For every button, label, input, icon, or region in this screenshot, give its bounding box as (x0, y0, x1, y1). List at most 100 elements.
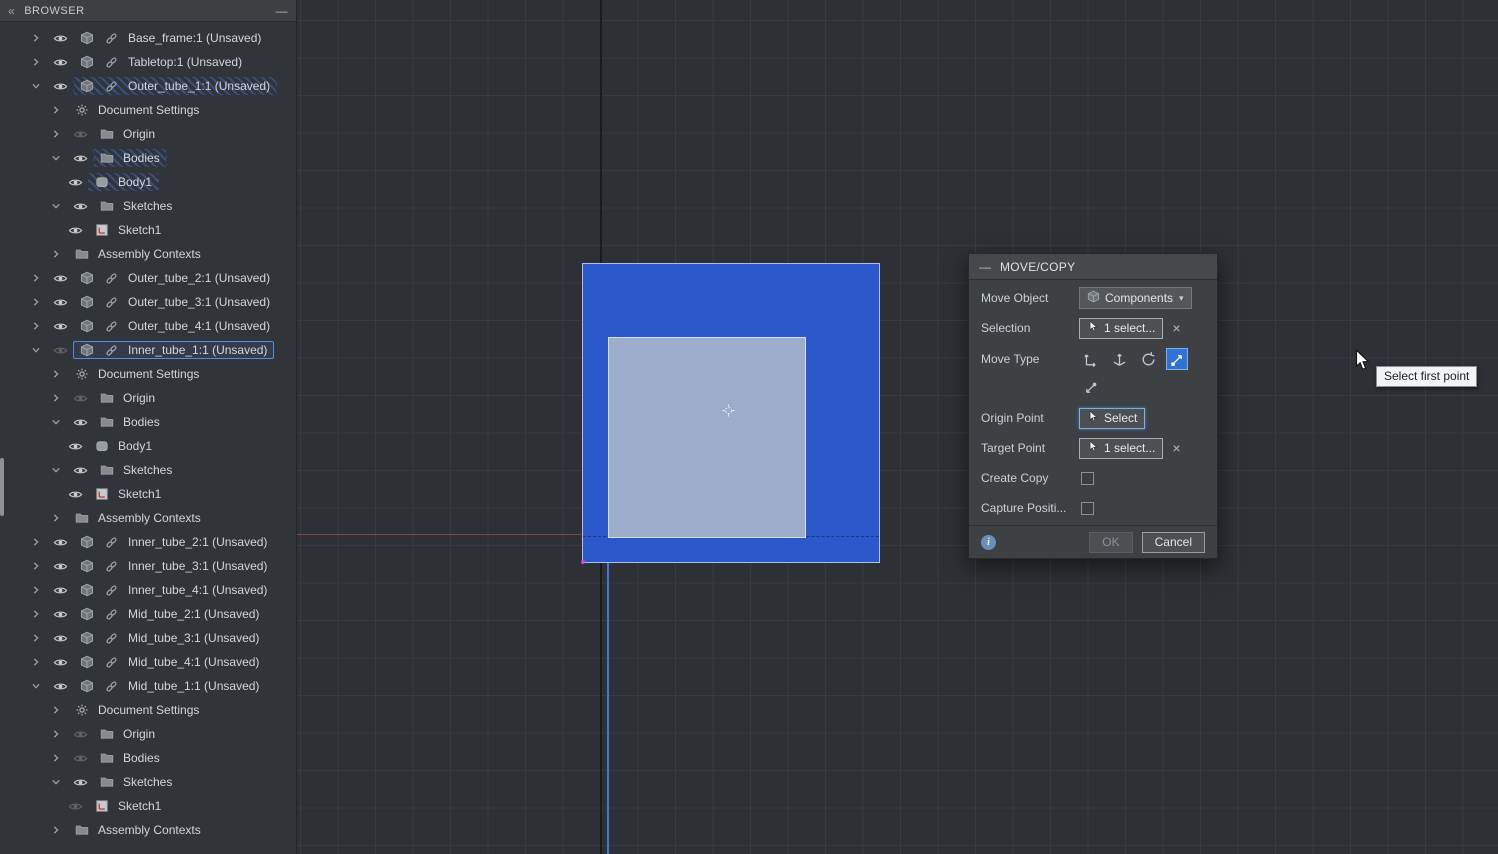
chevron-right-icon[interactable] (43, 392, 68, 404)
selected-component-face[interactable] (581, 263, 880, 564)
visibility-eye-icon[interactable] (48, 343, 73, 358)
visibility-eye-icon[interactable] (48, 535, 73, 550)
browser-row[interactable]: Inner_tube_4:1 (Unsaved) (0, 578, 296, 602)
chevron-right-icon[interactable] (23, 584, 48, 596)
sketch-edge-vertical[interactable] (607, 563, 609, 854)
visibility-eye-icon[interactable] (68, 199, 93, 214)
visibility-eye-icon[interactable] (48, 679, 73, 694)
info-icon[interactable]: i (981, 534, 996, 550)
browser-row[interactable]: Origin (0, 386, 296, 410)
visibility-eye-icon[interactable] (68, 415, 93, 430)
browser-row[interactable]: Assembly Contexts (0, 242, 296, 266)
browser-row[interactable]: Mid_tube_4:1 (Unsaved) (0, 650, 296, 674)
move-type-point-to-point-button[interactable] (1166, 348, 1188, 370)
chevron-down-icon[interactable] (43, 416, 68, 428)
visibility-eye-icon[interactable] (68, 751, 93, 766)
visibility-eye-icon[interactable] (48, 655, 73, 670)
move-type-free-move-button[interactable] (1108, 348, 1130, 370)
visibility-eye-icon[interactable] (48, 295, 73, 310)
visibility-eye-icon[interactable] (48, 559, 73, 574)
browser-row[interactable]: Document Settings (0, 362, 296, 386)
origin-point-select-button[interactable]: Select (1079, 407, 1146, 429)
browser-row[interactable]: Mid_tube_3:1 (Unsaved) (0, 626, 296, 650)
browser-row[interactable]: Outer_tube_1:1 (Unsaved) (0, 74, 296, 98)
browser-row[interactable]: Assembly Contexts (0, 818, 296, 842)
chevron-right-icon[interactable] (23, 536, 48, 548)
visibility-eye-icon[interactable] (68, 463, 93, 478)
chevron-right-icon[interactable] (23, 632, 48, 644)
browser-row[interactable]: Base_frame:1 (Unsaved) (0, 26, 296, 50)
chevron-right-icon[interactable] (23, 296, 48, 308)
dialog-collapse-icon[interactable]: — (979, 260, 991, 274)
browser-row[interactable]: Document Settings (0, 98, 296, 122)
browser-row[interactable]: Origin (0, 722, 296, 746)
visibility-eye-icon[interactable] (68, 151, 93, 166)
minimize-browser-icon[interactable]: — (276, 4, 289, 18)
chevron-right-icon[interactable] (23, 656, 48, 668)
chevron-right-icon[interactable] (23, 272, 48, 284)
browser-row[interactable]: Assembly Contexts (0, 506, 296, 530)
move-object-dropdown[interactable]: Components ▾ (1079, 287, 1192, 309)
visibility-eye-icon[interactable] (63, 175, 88, 190)
browser-row[interactable]: Sketches (0, 458, 296, 482)
chevron-right-icon[interactable] (43, 368, 68, 380)
chevron-right-icon[interactable] (23, 56, 48, 68)
chevron-right-icon[interactable] (43, 104, 68, 116)
sketch-point[interactable] (581, 560, 585, 564)
visibility-eye-icon[interactable] (48, 607, 73, 622)
move-type-translate-button[interactable] (1079, 348, 1101, 370)
browser-row[interactable]: Mid_tube_2:1 (Unsaved) (0, 602, 296, 626)
browser-row[interactable]: Outer_tube_4:1 (Unsaved) (0, 314, 296, 338)
browser-row[interactable]: Outer_tube_2:1 (Unsaved) (0, 266, 296, 290)
move-type-rotate-button[interactable] (1137, 348, 1159, 370)
chevron-right-icon[interactable] (43, 128, 68, 140)
chevron-right-icon[interactable] (43, 512, 68, 524)
browser-row[interactable]: Tabletop:1 (Unsaved) (0, 50, 296, 74)
browser-row[interactable]: Body1 (0, 434, 296, 458)
visibility-eye-icon[interactable] (68, 775, 93, 790)
chevron-right-icon[interactable] (43, 704, 68, 716)
clear-selection-icon[interactable]: × (1172, 321, 1180, 335)
ok-button[interactable]: OK (1089, 531, 1133, 553)
visibility-eye-icon[interactable] (63, 487, 88, 502)
visibility-eye-icon[interactable] (63, 439, 88, 454)
visibility-eye-icon[interactable] (68, 727, 93, 742)
visibility-eye-icon[interactable] (48, 31, 73, 46)
browser-row[interactable]: Mid_tube_1:1 (Unsaved) (0, 674, 296, 698)
chevron-down-icon[interactable] (43, 152, 68, 164)
visibility-eye-icon[interactable] (48, 319, 73, 334)
visibility-eye-icon[interactable] (63, 799, 88, 814)
inner-body-face[interactable] (608, 337, 806, 538)
visibility-eye-icon[interactable] (48, 271, 73, 286)
browser-scrollbar[interactable] (0, 458, 4, 516)
browser-row[interactable]: Outer_tube_3:1 (Unsaved) (0, 290, 296, 314)
visibility-eye-icon[interactable] (48, 631, 73, 646)
visibility-eye-icon[interactable] (48, 79, 73, 94)
browser-row[interactable]: Sketches (0, 194, 296, 218)
selection-chip[interactable]: 1 select... (1079, 317, 1164, 339)
chevron-right-icon[interactable] (43, 248, 68, 260)
visibility-eye-icon[interactable] (48, 583, 73, 598)
chevron-down-icon[interactable] (43, 464, 68, 476)
chevron-right-icon[interactable] (23, 320, 48, 332)
capture-position-checkbox[interactable] (1081, 501, 1094, 515)
browser-row[interactable]: Bodies (0, 746, 296, 770)
chevron-down-icon[interactable] (43, 200, 68, 212)
browser-row[interactable]: Inner_tube_1:1 (Unsaved) (0, 338, 296, 362)
visibility-eye-icon[interactable] (48, 55, 73, 70)
clear-target-icon[interactable]: × (1172, 441, 1180, 455)
browser-row[interactable]: Inner_tube_2:1 (Unsaved) (0, 530, 296, 554)
chevron-right-icon[interactable] (43, 728, 68, 740)
browser-row[interactable]: Body1 (0, 170, 296, 194)
chevron-down-icon[interactable] (43, 776, 68, 788)
browser-row[interactable]: Sketches (0, 770, 296, 794)
browser-row[interactable]: Bodies (0, 146, 296, 170)
browser-row[interactable]: Bodies (0, 410, 296, 434)
browser-row[interactable]: Document Settings (0, 698, 296, 722)
browser-row[interactable]: Sketch1 (0, 794, 296, 818)
chevron-right-icon[interactable] (43, 752, 68, 764)
dialog-header[interactable]: — MOVE/COPY (969, 254, 1217, 280)
collapse-panel-icon[interactable]: « (8, 4, 15, 18)
browser-row[interactable]: Origin (0, 122, 296, 146)
visibility-eye-icon[interactable] (68, 127, 93, 142)
